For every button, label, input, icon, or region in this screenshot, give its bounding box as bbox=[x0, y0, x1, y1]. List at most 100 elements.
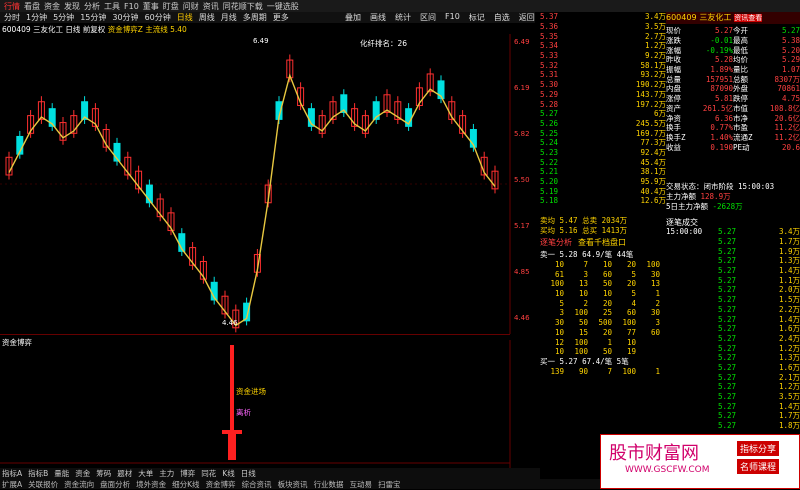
low-label: 4.46 bbox=[222, 319, 238, 327]
extension-tab[interactable]: 互动易 bbox=[350, 479, 373, 490]
period-tab[interactable]: 分时 bbox=[4, 12, 20, 23]
main-net-5d-label: 5日主力净额 bbox=[666, 201, 709, 211]
queue-cell: 100 bbox=[574, 337, 588, 347]
menu-item[interactable]: 董事 bbox=[143, 1, 159, 12]
period-tab[interactable]: 15分钟 bbox=[80, 12, 106, 23]
indicator-tab[interactable]: 筹码 bbox=[96, 468, 111, 479]
tick-volume: 1.8万 bbox=[778, 421, 800, 431]
quote-value: 1.07 bbox=[781, 65, 800, 75]
period-tab[interactable]: 月线 bbox=[221, 12, 237, 23]
period-tab[interactable]: 更多 bbox=[273, 12, 289, 23]
indicator-tab[interactable]: 量能 bbox=[54, 468, 69, 479]
ask-price: 5.32 bbox=[540, 60, 559, 70]
high-label: 6.49 bbox=[253, 37, 269, 45]
menu-item[interactable]: 看盘 bbox=[24, 1, 40, 12]
tool-button[interactable]: 统计 bbox=[395, 12, 411, 23]
queue-cell: 10 bbox=[554, 289, 564, 299]
menu-item[interactable]: 盯盘 bbox=[163, 1, 179, 12]
order-totals: 卖均 5.47 总卖 2034万 买均 5.16 总买 1413万 bbox=[540, 216, 666, 235]
menu-item[interactable]: 同花顺下载 bbox=[223, 1, 263, 12]
capital-chart[interactable] bbox=[0, 340, 540, 468]
bid-price: 5.27 bbox=[540, 109, 559, 119]
queue-row: 139 90 7 100 1 bbox=[540, 366, 666, 376]
menu-item[interactable]: 工具 bbox=[104, 1, 120, 12]
tool-button[interactable]: 画线 bbox=[370, 12, 386, 23]
period-tab[interactable]: 日线 bbox=[177, 12, 193, 23]
tool-button[interactable]: 标记 bbox=[469, 12, 485, 23]
tab-depth[interactable]: 查看千档盘口 bbox=[578, 237, 626, 248]
tick-list: 15:00:00 5.27 3.4万 5.27 1.7万 5.27 1.9万 5.27 1.3万… bbox=[666, 227, 800, 430]
period-tab[interactable]: 周线 bbox=[199, 12, 215, 23]
indicator-tab[interactable]: 指标B bbox=[28, 468, 48, 479]
extension-tab[interactable]: 扩展A bbox=[2, 479, 22, 490]
indicator-tab[interactable]: 日线 bbox=[241, 468, 256, 479]
indicator-tab[interactable]: 大单 bbox=[138, 468, 153, 479]
buy-queue-head: 买一 5.27 67.4/笔 5笔 bbox=[540, 356, 629, 366]
quote-value: 4.75 bbox=[781, 94, 800, 104]
sell-queue-head: 卖一 5.28 64.9/笔 44笔 bbox=[540, 250, 634, 260]
price-tick-label: 4.46 bbox=[514, 314, 530, 322]
period-tab[interactable]: 30分钟 bbox=[112, 12, 138, 23]
queue-cell: 12 bbox=[554, 337, 564, 347]
queue-cell: 10 bbox=[554, 327, 564, 337]
news-button[interactable]: 资讯查看 bbox=[734, 14, 763, 22]
tick-price: 5.27 bbox=[718, 372, 737, 382]
quote-value: 11.2亿 bbox=[774, 132, 800, 142]
tag-teacher-course[interactable]: 名师课程 bbox=[737, 459, 780, 474]
extension-tab[interactable]: 资金博弈 bbox=[206, 479, 236, 490]
menu-item[interactable]: 行情 bbox=[4, 1, 20, 12]
queue-cell: 10 bbox=[554, 347, 564, 357]
menu-item[interactable]: 分析 bbox=[84, 1, 100, 12]
extension-tab[interactable]: 境外资金 bbox=[136, 479, 166, 490]
period-tab[interactable]: 5分钟 bbox=[53, 12, 74, 23]
extension-tab[interactable]: 资金流向 bbox=[64, 479, 94, 490]
queue-cell: 50 bbox=[602, 347, 612, 357]
bid-price: 5.23 bbox=[540, 147, 559, 157]
tag-indicator-share[interactable]: 指标分享 bbox=[737, 441, 780, 456]
tool-button[interactable]: F10 bbox=[445, 12, 460, 23]
extension-tab[interactable]: 综合资讯 bbox=[242, 479, 272, 490]
tool-button[interactable]: 自选 bbox=[494, 12, 510, 23]
queue-cell: 1 bbox=[655, 289, 660, 299]
queue-cell: 20 bbox=[602, 327, 612, 337]
indicator-tab[interactable]: 博弈 bbox=[180, 468, 195, 479]
indicator-tab[interactable]: K线 bbox=[222, 468, 234, 479]
menu-item[interactable]: 问财 bbox=[183, 1, 199, 12]
tick-price: 5.27 bbox=[718, 256, 737, 266]
menu-item[interactable]: 一键选股 bbox=[267, 1, 299, 12]
indicator-tabs: 指标A 指标B 量能 资金 筹码 题材 大单 主力 博弈 同花 K线 日线 bbox=[0, 468, 540, 479]
queue-cell: 30 bbox=[554, 318, 564, 328]
tool-button[interactable]: 区间 bbox=[420, 12, 436, 23]
menu-item[interactable]: 资金 bbox=[44, 1, 60, 12]
tick-price: 5.27 bbox=[718, 401, 737, 411]
tool-button[interactable]: 叠加 bbox=[345, 12, 361, 23]
indicator-tab[interactable]: 主力 bbox=[159, 468, 174, 479]
quote-value: 5.38 bbox=[781, 36, 800, 46]
extension-tab[interactable]: 细分K线 bbox=[172, 479, 199, 490]
extension-tab[interactable]: 板块资讯 bbox=[278, 479, 308, 490]
tick-price: 5.27 bbox=[718, 392, 737, 402]
period-tab[interactable]: 1分钟 bbox=[26, 12, 47, 23]
period-tab[interactable]: 多周期 bbox=[243, 12, 267, 23]
ask-row[interactable]: 5.28 197.2万 bbox=[540, 99, 666, 109]
menu-item[interactable]: 发现 bbox=[64, 1, 80, 12]
extension-tab[interactable]: 关联报价 bbox=[28, 479, 58, 490]
kline-chart[interactable]: 6.49 6.19 5.82 5.50 5.17 4.85 4.46 6.49 4.46 bbox=[0, 34, 540, 334]
menu-item[interactable]: F10 bbox=[124, 2, 139, 11]
bid-price: 5.26 bbox=[540, 118, 559, 128]
indicator-tab[interactable]: 同花 bbox=[201, 468, 216, 479]
queue-cell: 4 bbox=[631, 298, 636, 308]
bid-row[interactable]: 5.18 12.6万 bbox=[540, 196, 666, 206]
period-tab[interactable]: 60分钟 bbox=[145, 12, 171, 23]
extension-tab[interactable]: 行业数据 bbox=[314, 479, 344, 490]
queue-cell: 5 bbox=[631, 289, 636, 299]
menu-item[interactable]: 资讯 bbox=[203, 1, 219, 12]
extension-tab[interactable]: 扫雷宝 bbox=[378, 479, 401, 490]
tick-price: 5.27 bbox=[718, 246, 737, 256]
indicator-tab[interactable]: 资金 bbox=[75, 468, 90, 479]
indicator-tab[interactable]: 指标A bbox=[2, 468, 22, 479]
indicator-tab[interactable]: 题材 bbox=[117, 468, 132, 479]
tool-button[interactable]: 返回 bbox=[519, 12, 535, 23]
extension-tab[interactable]: 盘面分析 bbox=[100, 479, 130, 490]
tab-queue-analysis[interactable]: 逐笔分析 bbox=[540, 237, 572, 248]
